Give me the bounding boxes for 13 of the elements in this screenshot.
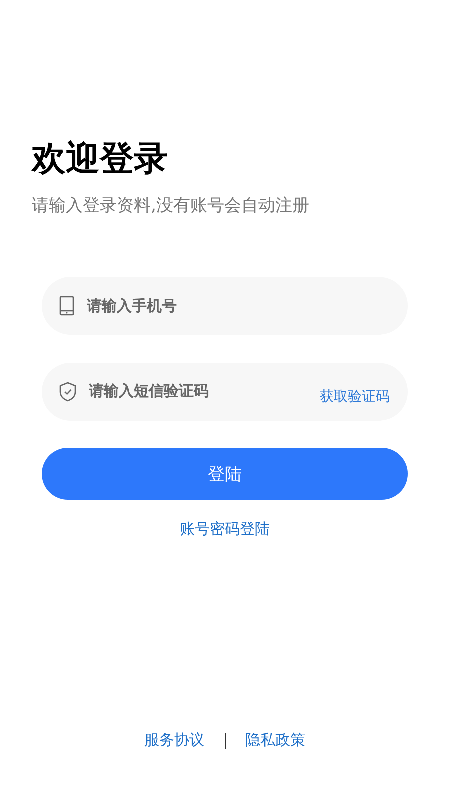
password-login-link[interactable]: 账号密码登陆 — [180, 520, 270, 539]
input-field[interactable]: 请输入手机号 — [42, 277, 408, 335]
footer-link[interactable]: 服务协议 — [144, 731, 204, 750]
input-field[interactable]: 请输入短信验证码 获取验证码 — [42, 363, 408, 421]
shield-icon — [59, 382, 77, 402]
page-title: 欢迎登录 — [32, 138, 169, 180]
page-subtitle: 请输入登录资料,没有账号会自动注册 — [32, 195, 310, 218]
phone-icon — [59, 296, 75, 316]
login-button[interactable]: 登陆 — [42, 448, 408, 500]
text-input[interactable]: 请输入手机号 — [87, 297, 390, 315]
get-code-link[interactable]: 获取验证码 — [320, 388, 390, 406]
footer-link[interactable]: 隐私政策 — [246, 731, 306, 750]
text-input[interactable]: 请输入短信验证码 — [89, 382, 320, 400]
